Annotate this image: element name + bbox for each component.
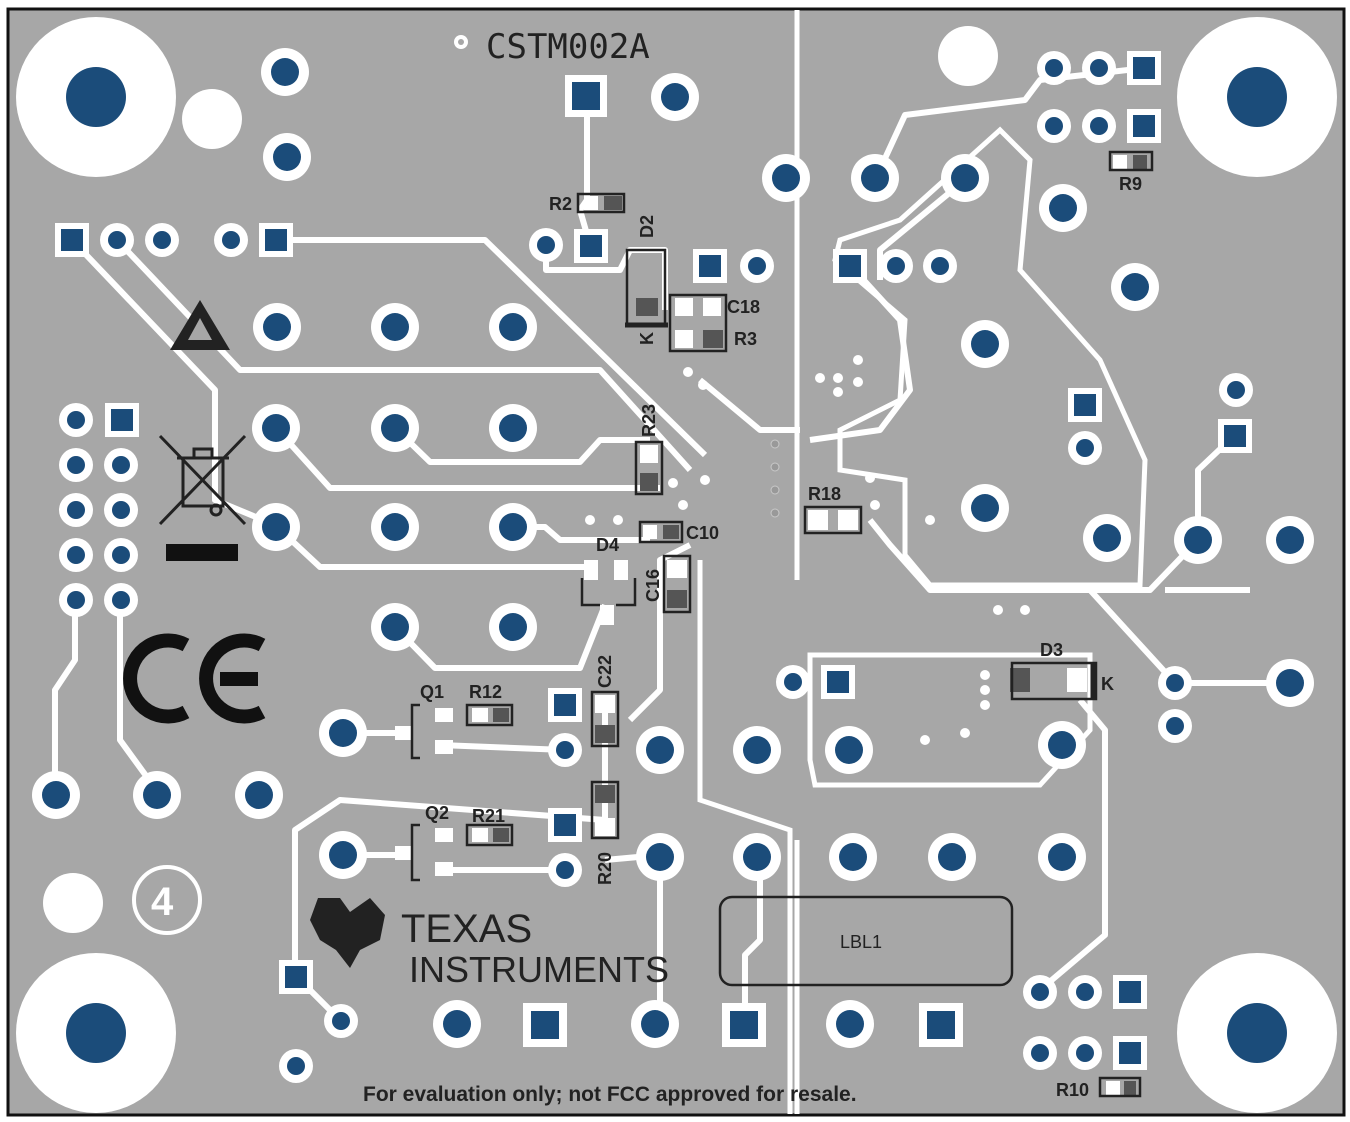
designator-c16: C16: [643, 569, 663, 602]
designator-r18: R18: [808, 484, 841, 504]
designator-r23: R23: [639, 404, 659, 437]
layer-number-text: 4: [151, 880, 174, 924]
designator-d4: D4: [596, 535, 619, 555]
mounting-hole-bl: [16, 953, 176, 1113]
designator-r2: R2: [549, 194, 572, 214]
designator-q2: Q2: [425, 803, 449, 823]
designator-d3: D3: [1040, 640, 1063, 660]
designator-r9: R9: [1119, 174, 1142, 194]
designator-r20: R20: [595, 852, 615, 885]
designator-d2: D2: [637, 215, 657, 238]
designator-r10: R10: [1056, 1080, 1089, 1100]
mounting-hole-tr: [1177, 17, 1337, 177]
board-id-label: CSTM002A: [486, 27, 650, 67]
designator-r12: R12: [469, 682, 502, 702]
designator-r3: R3: [734, 329, 757, 349]
mounting-hole-tl: [16, 17, 176, 177]
designator-c22: C22: [595, 655, 615, 688]
designator-q1: Q1: [420, 682, 444, 702]
ti-logo-line1: TEXAS: [401, 907, 532, 951]
label-box-text: LBL1: [840, 932, 882, 952]
mounting-hole-br: [1177, 953, 1337, 1113]
ti-logo-line2: INSTRUMENTS: [409, 949, 669, 990]
weee-bar: [166, 544, 238, 561]
designator-k-d2: K: [637, 332, 657, 345]
pcb-board: CSTM002A R2 D2 K C18 R3 R23 R18 C10 D4 C…: [0, 0, 1350, 1122]
designator-c18: C18: [727, 297, 760, 317]
disclaimer-text: For evaluation only; not FCC approved fo…: [363, 1083, 857, 1106]
designator-c10: C10: [686, 523, 719, 543]
designator-k-d3: K: [1101, 674, 1114, 694]
designator-r21: R21: [472, 806, 505, 826]
